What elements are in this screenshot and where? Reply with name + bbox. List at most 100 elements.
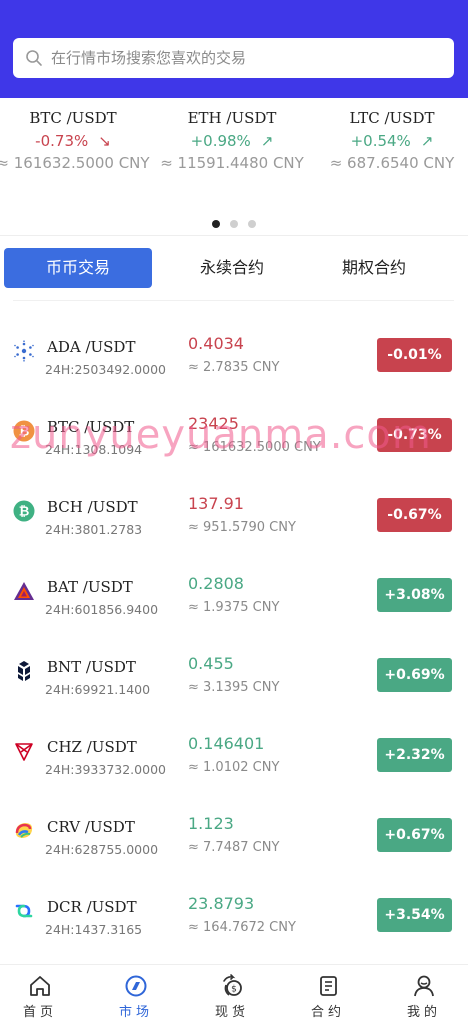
carousel-dots: [0, 213, 468, 232]
nav-market[interactable]: 市场: [96, 973, 176, 1020]
ticker-pair: LTC /USDT: [349, 109, 435, 127]
change-badge: +3.54%: [377, 898, 452, 932]
market-tabs: 币币交易 永续合约 期权合约: [4, 248, 464, 288]
ticker-change-value: +0.98%: [190, 132, 251, 150]
coin-volume: 24H:3933732.0000: [45, 762, 166, 777]
coin-row-crv[interactable]: CRV /USDT 24H:628755.0000 1.123 ≈ 7.7487…: [0, 800, 468, 880]
chiliz-icon: [15, 743, 33, 761]
coin-price: 23.8793: [188, 894, 255, 913]
bottom-nav: 首页 市场 $ 现货 合约 我的: [0, 964, 468, 1024]
nav-contract[interactable]: 合约: [288, 973, 368, 1020]
coin-price-cny: ≈ 3.1395 CNY: [188, 680, 280, 695]
contract-icon: [320, 976, 337, 996]
search-box[interactable]: [13, 38, 454, 78]
ticker-cny: ≈ 687.6540 CNY: [329, 154, 455, 172]
spot-icon: $: [223, 974, 242, 996]
cardano-icon: [14, 340, 34, 362]
coin-row-btc[interactable]: ₿ BTC /USDT 24H:1308.1094 23425 ≈ 161632…: [0, 400, 468, 480]
change-badge: -0.01%: [377, 338, 452, 372]
tab-options-contract[interactable]: 期权合约: [300, 248, 448, 288]
coin-price: 0.455: [188, 654, 234, 673]
nav-label: 首页: [22, 1005, 57, 1020]
svg-text:$: $: [231, 985, 237, 995]
divider: [0, 235, 468, 236]
ticker-btc[interactable]: BTC /USDT -0.73% ↘ ≈ 161632.5000 CNY: [0, 108, 153, 174]
coin-row-bat[interactable]: BAT /USDT 24H:601856.9400 0.2808 ≈ 1.937…: [0, 560, 468, 640]
nav-home[interactable]: 首页: [0, 973, 80, 1020]
coin-pair: CHZ /USDT: [47, 738, 137, 756]
coin-price-cny: ≈ 164.7672 CNY: [188, 920, 296, 935]
coin-price: 137.91: [188, 494, 244, 513]
coin-price: 1.123: [188, 814, 234, 833]
coin-pair: BCH /USDT: [47, 498, 138, 516]
coin-volume: 24H:1308.1094: [45, 442, 143, 457]
change-badge: +3.08%: [377, 578, 452, 612]
arrow-up-right-icon: ↗: [420, 132, 434, 150]
bitcoin-icon: ₿: [13, 420, 35, 442]
coin-pair: BNT /USDT: [47, 658, 136, 676]
coin-pair: DCR /USDT: [47, 898, 137, 916]
nav-label: 市场: [118, 1005, 153, 1020]
ticker-change: +0.98% ↗: [152, 130, 312, 152]
ticker-pair: ETH /USDT: [187, 109, 277, 127]
ticker-ltc[interactable]: LTC /USDT +0.54% ↗ ≈ 687.6540 CNY: [312, 108, 468, 174]
arrow-down-right-icon: ↘: [98, 132, 111, 150]
bancor-icon: [18, 661, 30, 681]
coin-row-bnt[interactable]: BNT /USDT 24H:69921.1400 0.455 ≈ 3.1395 …: [0, 640, 468, 720]
carousel-dot-3[interactable]: [248, 220, 256, 228]
ticker-cny: ≈ 11591.4480 CNY: [160, 154, 304, 172]
ticker-pair: BTC /USDT: [29, 109, 117, 127]
coin-price-cny: ≈ 7.7487 CNY: [188, 840, 280, 855]
coin-row-bch[interactable]: ₿ BCH /USDT 24H:3801.2783 137.91 ≈ 951.5…: [0, 480, 468, 560]
change-badge: -0.73%: [377, 418, 452, 452]
ticker-change: -0.73% ↘: [0, 130, 153, 152]
coin-volume: 24H:628755.0000: [45, 842, 159, 857]
change-badge: -0.67%: [377, 498, 452, 532]
tabs-divider: [13, 300, 454, 301]
coin-row-dcr[interactable]: DCR /USDT 24H:1437.3165 23.8793 ≈ 164.76…: [0, 880, 468, 960]
coin-volume: 24H:69921.1400: [45, 682, 151, 697]
ticker-eth[interactable]: ETH /USDT +0.98% ↗ ≈ 11591.4480 CNY: [152, 108, 312, 174]
arrow-up-right-icon: ↗: [260, 132, 274, 150]
svg-text:₿: ₿: [19, 425, 30, 440]
home-icon: [30, 976, 50, 996]
svg-text:₿: ₿: [19, 505, 30, 520]
bat-icon: [14, 582, 34, 600]
carousel-dot-2[interactable]: [230, 220, 238, 228]
coin-volume: 24H:3801.2783: [45, 522, 143, 537]
change-badge: +2.32%: [377, 738, 452, 772]
ticker-change-value: -0.73%: [35, 132, 89, 150]
nav-label: 合约: [310, 1005, 345, 1020]
decred-icon: [15, 904, 33, 918]
coin-row-ada[interactable]: ADA /USDT 24H:2503492.0000 0.4034 ≈ 2.78…: [0, 320, 468, 400]
coin-volume: 24H:601856.9400: [45, 602, 159, 617]
nav-profile[interactable]: 我的: [384, 973, 464, 1020]
profile-icon: [414, 975, 434, 997]
search-icon: [26, 50, 42, 66]
coin-volume: 24H:1437.3165: [45, 922, 143, 937]
ticker-change: +0.54% ↗: [312, 130, 468, 152]
nav-label: 现货: [214, 1005, 249, 1020]
coin-pair: ADA /USDT: [47, 338, 136, 356]
nav-spot[interactable]: $ 现货: [192, 973, 272, 1020]
market-icon: [125, 975, 147, 997]
coin-pair: CRV /USDT: [47, 818, 135, 836]
ticker-cny: ≈ 161632.5000 CNY: [0, 154, 150, 172]
coin-pair: BAT /USDT: [47, 578, 133, 596]
change-badge: +0.69%: [377, 658, 452, 692]
coin-price: 23425: [188, 414, 239, 433]
coin-price: 0.4034: [188, 334, 244, 353]
coin-price-cny: ≈ 1.0102 CNY: [188, 760, 280, 775]
curve-icon: [15, 823, 33, 838]
bitcoin-cash-icon: ₿: [13, 500, 35, 522]
header-bar: [0, 0, 468, 98]
coin-price: 0.2808: [188, 574, 244, 593]
search-input[interactable]: [51, 49, 431, 67]
coin-row-chz[interactable]: CHZ /USDT 24H:3933732.0000 0.146401 ≈ 1.…: [0, 720, 468, 800]
coin-price: 0.146401: [188, 734, 265, 753]
coin-price-cny: ≈ 1.9375 CNY: [188, 600, 280, 615]
tab-spot-trading[interactable]: 币币交易: [4, 248, 152, 288]
carousel-dot-1[interactable]: [212, 220, 220, 228]
change-badge: +0.67%: [377, 818, 452, 852]
tab-perpetual-contract[interactable]: 永续合约: [158, 248, 306, 288]
